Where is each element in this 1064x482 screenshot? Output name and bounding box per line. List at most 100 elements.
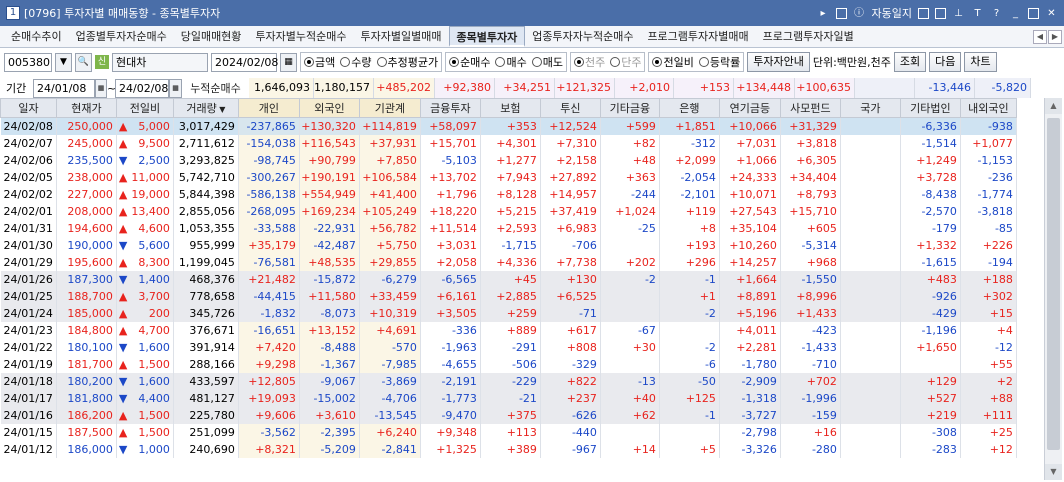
table-row[interactable]: 24/02/06 235,500 ▼ 2,500 3,293,825 -98,745 +90… <box>0 151 1017 169</box>
change-cell: ▼ 1,600 <box>116 338 174 356</box>
header-3[interactable]: 거래량 ▼ <box>172 98 239 118</box>
table-row[interactable]: 24/02/07 245,000 ▲ 9,500 2,711,612 -154,038 +1… <box>0 134 1017 152</box>
header-8[interactable]: 보험 <box>479 98 541 118</box>
tab-2[interactable]: 당일매매현황 <box>174 26 249 47</box>
code-dropdown-icon[interactable]: ▼ <box>55 52 72 72</box>
header-0[interactable]: 일자 <box>0 98 57 118</box>
table-row[interactable]: 24/01/29 195,600 ▲ 8,300 1,199,045 -76,581 +48… <box>0 253 1017 271</box>
link-icon[interactable] <box>918 7 929 19</box>
header-15[interactable]: 기타법인 <box>899 98 961 118</box>
table-row[interactable]: 24/02/02 227,000 ▲ 19,000 5,844,398 -586,138 +… <box>0 185 1017 203</box>
table-row[interactable]: 24/01/24 185,000 ▲ 200 345,726 -1,832 -8,073 +1… <box>0 304 1017 322</box>
table-row[interactable]: 24/01/17 181,800 ▼ 4,400 481,127 +19,093 -15,0… <box>0 389 1017 407</box>
tab-5[interactable]: 종목별투자자 <box>448 26 526 47</box>
radio-change-rate[interactable]: 등락률 <box>698 54 740 70</box>
table-row[interactable]: 24/01/18 180,200 ▼ 1,600 433,597 +12,805 -9,06… <box>0 372 1017 390</box>
tab-prev-icon[interactable]: ◀ <box>1033 30 1047 44</box>
tab-next-icon[interactable]: ▶ <box>1048 30 1062 44</box>
info-icon[interactable]: ⓘ <box>853 7 866 20</box>
table-row[interactable]: 24/01/23 184,800 ▲ 4,700 376,671 -16,651 +13,1… <box>0 321 1017 339</box>
header-13[interactable]: 사모펀드 <box>779 98 841 118</box>
radio-sell[interactable]: 매도 <box>531 54 563 70</box>
radio-thousand-shares[interactable]: 천주 <box>573 54 605 70</box>
tab-8[interactable]: 프로그램투자자일별 <box>756 26 861 47</box>
scroll-thumb[interactable] <box>1047 118 1060 450</box>
header-9[interactable]: 투신 <box>539 98 601 118</box>
volume-cell: 2,711,612 <box>173 134 239 152</box>
auto-journal-label[interactable]: 자동일지 <box>872 5 912 21</box>
investor-guide-button[interactable]: 투자자안내 <box>747 52 810 72</box>
investor-cell <box>840 389 901 407</box>
investor-cell: +5,196 <box>719 304 781 322</box>
date-input[interactable]: 2024/02/08 <box>211 52 278 72</box>
radio-single-shares[interactable]: 단주 <box>610 54 641 70</box>
header-1[interactable]: 현재가 <box>55 98 117 118</box>
stock-name-field: 현대차 <box>112 52 208 72</box>
calendar-icon[interactable]: ▦ <box>280 52 297 72</box>
query-button[interactable]: 조회 <box>893 52 927 72</box>
tab-7[interactable]: 프로그램투자자별매매 <box>640 26 755 47</box>
table-row[interactable]: 24/01/15 187,500 ▲ 1,500 251,099 -3,562 -2,395… <box>0 423 1017 441</box>
from-date-input[interactable]: 24/01/08 <box>33 78 95 98</box>
table-row[interactable]: 24/02/05 238,000 ▲ 11,000 5,742,710 -300,267 +… <box>0 168 1017 186</box>
help-icon[interactable]: ? <box>990 7 1003 20</box>
tab-3[interactable]: 투자자별누적순매수 <box>248 26 353 47</box>
header-14[interactable]: 국가 <box>839 98 901 118</box>
tab-0[interactable]: 순매수추이 <box>4 26 69 47</box>
arrow-right-icon[interactable]: ▸ <box>817 7 830 20</box>
scroll-up-icon[interactable]: ▲ <box>1045 98 1062 114</box>
investor-cell: +7,310 <box>540 134 601 152</box>
vertical-scrollbar[interactable]: ▲ ▼ <box>1044 98 1062 480</box>
table-row[interactable]: 24/02/08 250,000 ▲ 5,000 3,017,429 -237,865 +1… <box>0 117 1017 135</box>
header-16[interactable]: 내외국인 <box>959 98 1017 118</box>
table-row[interactable]: 24/01/25 188,700 ▲ 3,700 778,658 -44,415 +11,5… <box>0 287 1017 305</box>
investor-cell: -2,909 <box>719 372 781 390</box>
chart-button[interactable]: 차트 <box>964 52 997 72</box>
volume-cell: 2,855,056 <box>173 202 239 220</box>
sort-icon[interactable]: ▼ <box>217 105 225 114</box>
change-cell: ▼ 1,600 <box>116 372 174 390</box>
table-row[interactable]: 24/01/31 194,600 ▲ 4,600 1,053,355 -33,588 -22… <box>0 219 1017 237</box>
investor-cell: +18,220 <box>420 202 481 220</box>
table-row[interactable]: 24/02/01 208,000 ▲ 13,400 2,855,056 -268,095 +… <box>0 202 1017 220</box>
to-calendar-icon[interactable]: ▦ <box>169 78 182 98</box>
search-icon[interactable]: 🔍 <box>75 52 92 72</box>
table-row[interactable]: 24/01/22 180,100 ▼ 1,600 391,914 +7,420 -8,488… <box>0 338 1017 356</box>
minimize-icon[interactable]: _ <box>1009 7 1022 20</box>
radio-buy[interactable]: 매수 <box>495 54 527 70</box>
radio-prev-day[interactable]: 전일비 <box>652 54 694 70</box>
table-row[interactable]: 24/01/12 186,000 ▼ 1,000 240,690 +8,321 -5,209… <box>0 440 1017 458</box>
table-row[interactable]: 24/01/30 190,000 ▼ 5,600 955,999 +35,179 -42,4… <box>0 236 1017 254</box>
header-6[interactable]: 기관계 <box>358 98 421 118</box>
change-cell: ▲ 11,000 <box>116 168 174 186</box>
next-button[interactable]: 다음 <box>929 52 962 72</box>
tab-1[interactable]: 업종별투자자순매수 <box>69 26 174 47</box>
radio-net-buy[interactable]: 순매수 <box>449 54 490 70</box>
to-date-input[interactable]: 24/02/08 <box>115 78 169 98</box>
header-4[interactable]: 개인 <box>237 98 300 118</box>
header-12[interactable]: 연기금등 <box>718 98 781 118</box>
header-2[interactable]: 전일비 <box>115 98 174 118</box>
pin-icon[interactable]: ⊥ <box>952 7 965 20</box>
stock-code-input[interactable]: 005380 <box>4 52 52 72</box>
tab-4[interactable]: 투자자별일별매매 <box>354 26 449 47</box>
maximize-icon[interactable] <box>1028 7 1039 19</box>
header-7[interactable]: 금융투자 <box>419 98 481 118</box>
header-5[interactable]: 외국인 <box>298 98 360 118</box>
header-11[interactable]: 은행 <box>658 98 720 118</box>
scroll-down-icon[interactable]: ▼ <box>1045 464 1062 480</box>
radio-avg-price[interactable]: 추정평균가 <box>376 54 438 70</box>
header-10[interactable]: 기타금융 <box>599 98 660 118</box>
table-row[interactable]: 24/01/16 186,200 ▲ 1,500 225,780 +9,606 +3,610… <box>0 406 1017 424</box>
window-layout-icon[interactable] <box>935 7 946 19</box>
tab-6[interactable]: 업종투자자누적순매수 <box>525 26 640 47</box>
toolbar: 005380 ▼ 🔍 신 현대차 2024/02/08 ▦ 금액 수량 추정평균… <box>0 50 1064 74</box>
memo-icon[interactable] <box>835 7 847 19</box>
close-icon[interactable]: ✕ <box>1045 7 1058 20</box>
from-calendar-icon[interactable]: ▦ <box>95 78 107 98</box>
table-row[interactable]: 24/01/26 187,300 ▼ 1,400 468,376 +21,482 -15,8… <box>0 270 1017 288</box>
font-icon[interactable]: T <box>971 7 984 20</box>
table-row[interactable]: 24/01/19 181,700 ▲ 1,500 288,166 +9,298 -1,367… <box>0 355 1017 373</box>
radio-quantity[interactable]: 수량 <box>340 54 372 70</box>
radio-amount[interactable]: 금액 <box>304 54 335 70</box>
